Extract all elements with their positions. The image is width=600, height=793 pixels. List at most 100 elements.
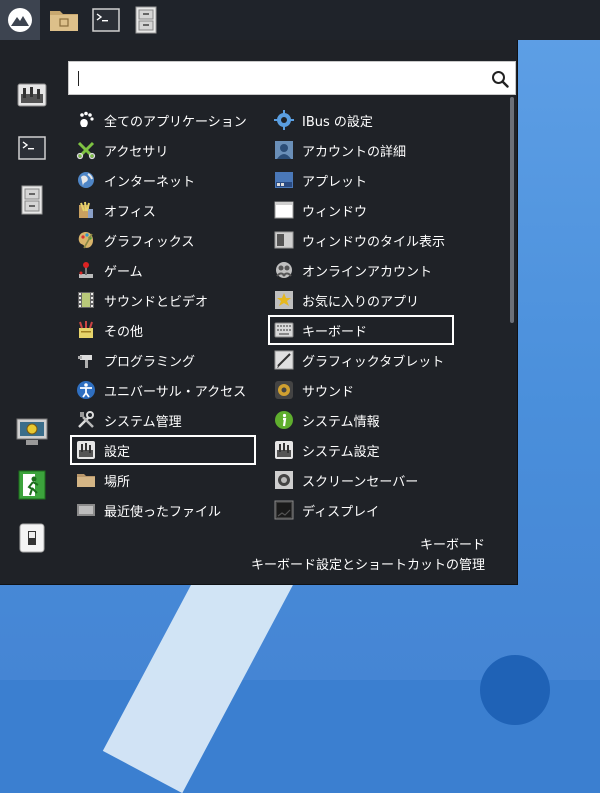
category-item[interactable]: ユニバーサル・アクセス <box>70 375 256 405</box>
category-item[interactable]: プログラミング <box>70 345 256 375</box>
category-item-label: 場所 <box>104 474 131 490</box>
app-item[interactable]: サウンド <box>268 375 454 405</box>
category-item[interactable]: アクセサリ <box>70 135 256 165</box>
category-item-label: サウンドとビデオ <box>104 294 209 310</box>
hammer-icon <box>76 350 96 370</box>
panel-file-cabinet-launcher[interactable] <box>126 0 166 40</box>
category-item-label: ユニバーサル・アクセス <box>104 384 247 400</box>
tile-icon <box>274 230 294 250</box>
app-item[interactable]: システム情報 <box>268 405 454 435</box>
category-item[interactable]: システム管理 <box>70 405 256 435</box>
application-menu: 全てのアプリケーション アクセサリインターネットオフィスグラフィックス ゲームサウン… <box>0 40 518 585</box>
app-item[interactable]: お気に入りのアプリ <box>268 285 454 315</box>
category-item[interactable]: 場所 <box>70 465 256 495</box>
favorites-sidebar <box>0 40 64 584</box>
display-icon <box>274 500 294 520</box>
panel-file-manager-launcher[interactable] <box>44 0 84 40</box>
sidebar-logout-button[interactable] <box>14 467 50 503</box>
wallpaper-circle <box>480 655 550 725</box>
joystick-icon <box>76 260 96 280</box>
category-item-label: アクセサリ <box>104 144 169 160</box>
app-item[interactable]: ディスプレイ <box>268 495 454 525</box>
app-item-label: システム設定 <box>302 444 380 460</box>
category-item-label: プログラミング <box>104 354 196 370</box>
panel-terminal-launcher[interactable] <box>86 0 126 40</box>
gear-icon <box>274 110 294 130</box>
selected-item-description: キーボード キーボード設定とショートカットの管理 <box>251 536 485 576</box>
category-item-label: 最近使ったファイル <box>104 504 222 520</box>
app-item-label: お気に入りのアプリ <box>302 294 420 310</box>
app-item-label: システム情報 <box>302 414 380 430</box>
category-item[interactable]: サウンドとビデオ <box>70 285 256 315</box>
category-item[interactable]: その他 <box>70 315 256 345</box>
file-cabinet-icon <box>21 185 43 215</box>
app-item-label: サウンド <box>302 384 355 400</box>
recent-files-icon <box>76 500 96 520</box>
app-item-label: スクリーンセーバー <box>302 474 419 490</box>
category-item[interactable]: オフィス <box>70 195 256 225</box>
selected-item-subtitle: キーボード設定とショートカットの管理 <box>250 558 485 573</box>
sidebar-settings-button[interactable] <box>14 77 50 113</box>
application-list-scrollbar[interactable] <box>510 97 514 323</box>
category-item-label: その他 <box>104 324 144 340</box>
app-item[interactable]: IBus の設定 <box>268 105 454 135</box>
selected-item-title: キーボード <box>419 538 485 553</box>
app-item-label: オンラインアカウント <box>302 264 433 280</box>
category-item[interactable]: グラフィックス <box>70 225 256 255</box>
lock-screen-icon <box>16 418 48 445</box>
accessories-icon <box>76 140 96 160</box>
category-item-label: ゲーム <box>104 264 143 280</box>
category-item[interactable]: 最近使ったファイル <box>70 495 256 525</box>
app-item[interactable]: アカウントの詳細 <box>268 135 454 165</box>
app-item[interactable]: ウィンドウ <box>268 195 454 225</box>
office-icon <box>76 200 96 220</box>
sidebar-shutdown-button[interactable] <box>14 520 50 556</box>
settings-icon <box>274 440 294 460</box>
window-icon <box>274 200 294 220</box>
folder-icon <box>76 470 96 490</box>
category-item-label: 全てのアプリケーション <box>104 114 247 130</box>
category-item-label: インターネット <box>104 174 196 190</box>
misc-icon <box>76 320 96 340</box>
category-item-label: 設定 <box>104 444 131 460</box>
terminal-icon <box>92 8 120 32</box>
speaker-icon <box>274 380 294 400</box>
category-item[interactable]: 設定 <box>70 435 256 465</box>
menu-button[interactable] <box>0 0 40 40</box>
sidebar-terminal-button[interactable] <box>14 130 50 166</box>
category-item-label: グラフィックス <box>104 234 195 250</box>
search-icon[interactable] <box>491 70 509 88</box>
top-panel <box>0 0 600 40</box>
palette-icon <box>76 230 96 250</box>
app-item[interactable]: オンラインアカウント <box>268 255 454 285</box>
app-item-label: アカウントの詳細 <box>302 144 407 160</box>
app-item-label: ウィンドウ <box>302 204 368 220</box>
app-item[interactable]: アプレット <box>268 165 454 195</box>
app-item-label: グラフィックタブレット <box>302 354 445 370</box>
category-item[interactable]: インターネット <box>70 165 256 195</box>
sidebar-lock-screen-button[interactable] <box>14 414 50 450</box>
film-icon <box>76 290 96 310</box>
category-item[interactable]: ゲーム <box>70 255 256 285</box>
app-item[interactable]: ウィンドウのタイル表示 <box>268 225 454 255</box>
app-item-label: アプレット <box>302 174 368 190</box>
sidebar-file-cabinet-button[interactable] <box>14 182 50 218</box>
app-item-label: キーボード <box>302 324 368 340</box>
folder-icon <box>50 11 78 31</box>
app-item[interactable]: スクリーンセーバー <box>268 465 454 495</box>
app-item[interactable]: システム設定 <box>268 435 454 465</box>
settings-icon <box>17 83 47 107</box>
screensaver-icon <box>274 470 294 490</box>
star-icon <box>274 290 294 310</box>
globe-icon <box>76 170 96 190</box>
app-item[interactable]: グラフィックタブレット <box>268 345 454 375</box>
keyboard-icon <box>274 320 294 340</box>
online-accounts-icon <box>274 260 294 280</box>
app-item-label: ウィンドウのタイル表示 <box>302 234 446 250</box>
app-item[interactable]: キーボード <box>268 315 454 345</box>
category-item[interactable]: 全てのアプリケーション <box>70 105 256 135</box>
search-input[interactable] <box>77 62 477 94</box>
tools-icon <box>76 410 96 430</box>
category-item-label: システム管理 <box>104 414 182 430</box>
applet-icon <box>274 170 294 190</box>
